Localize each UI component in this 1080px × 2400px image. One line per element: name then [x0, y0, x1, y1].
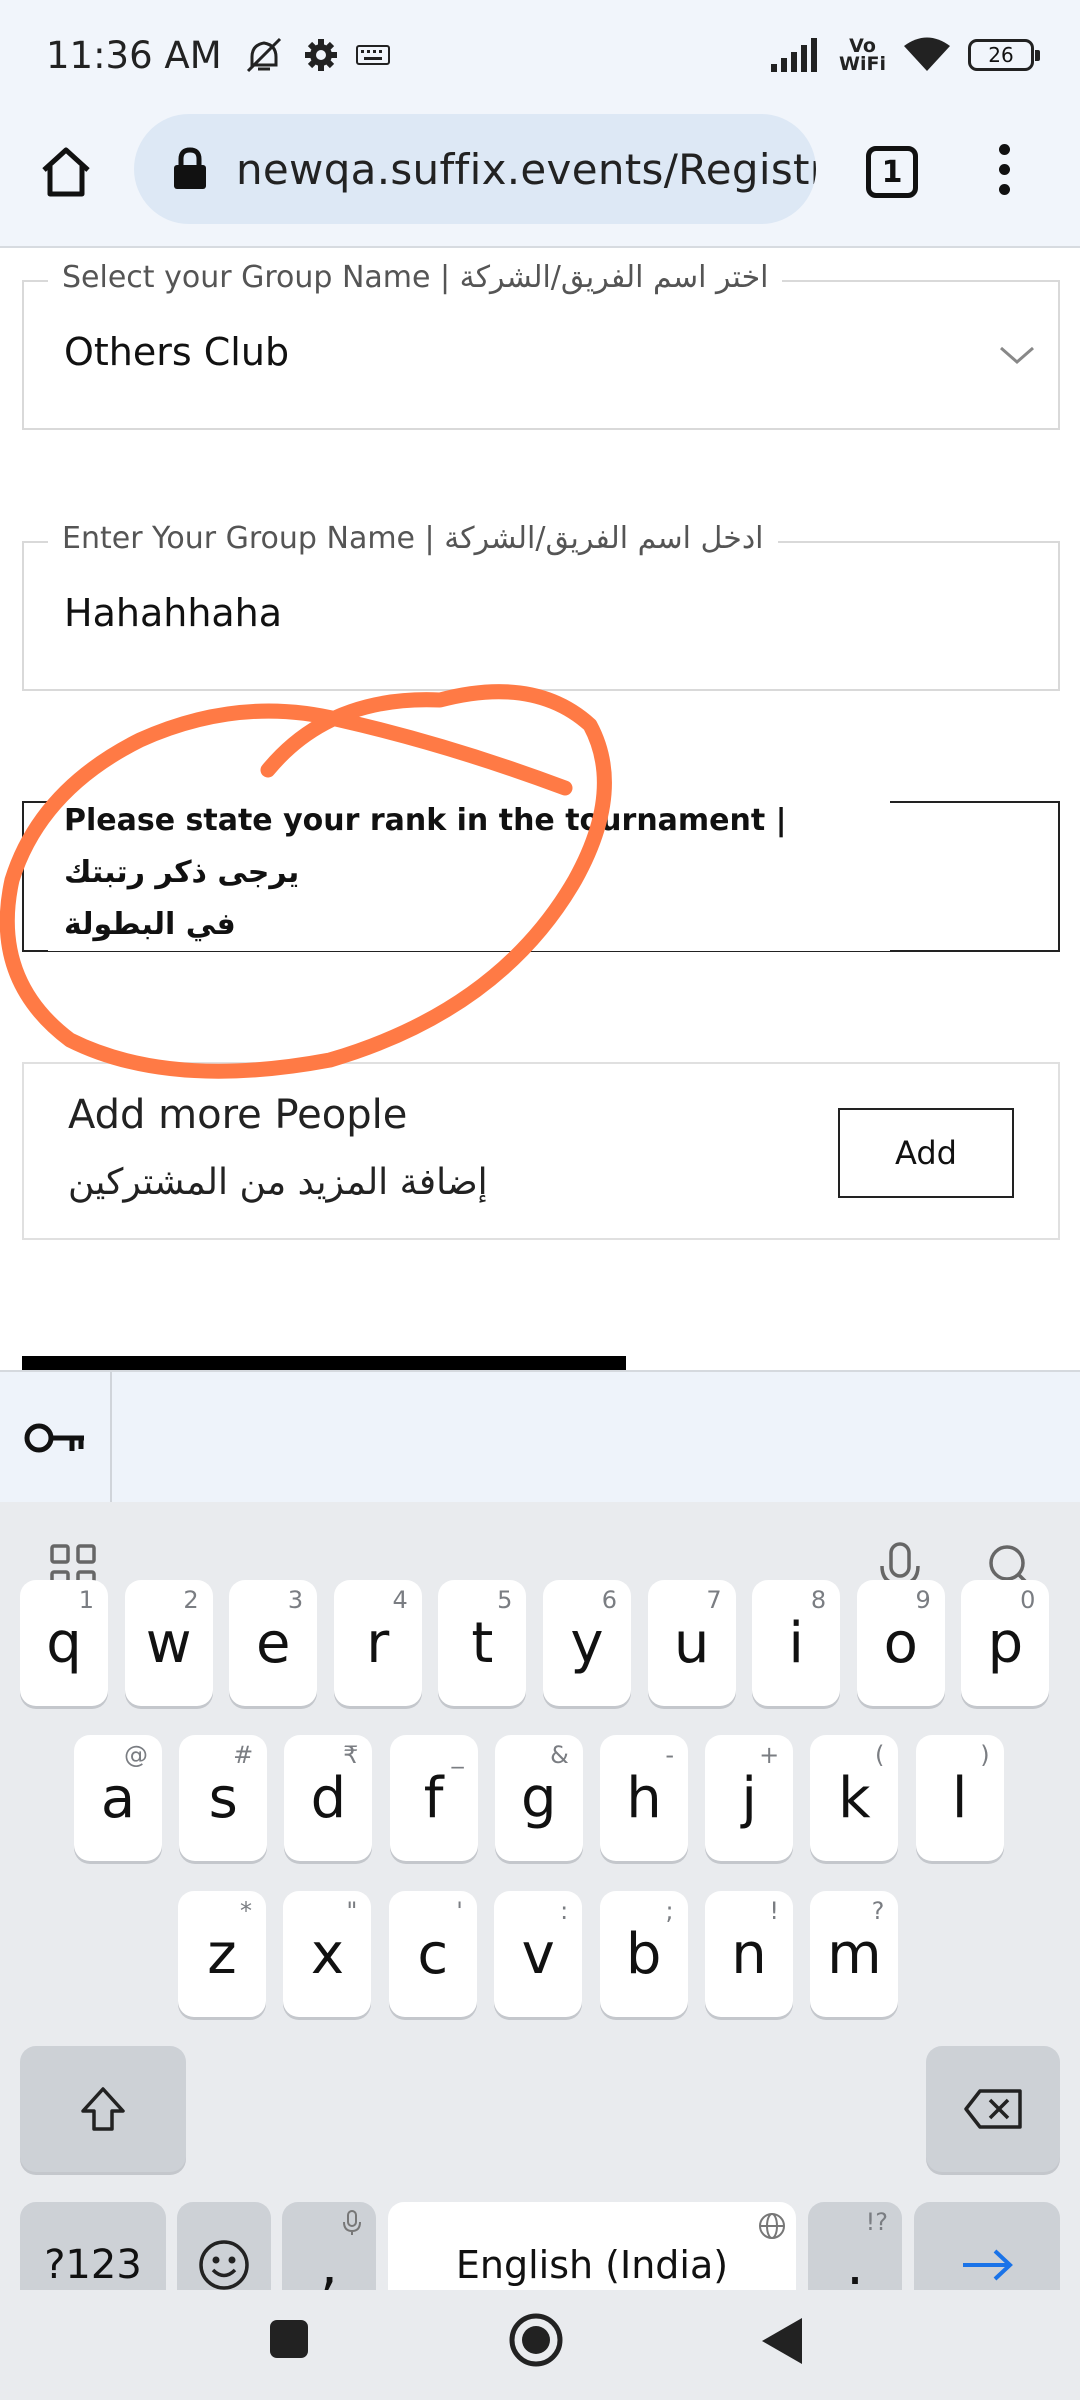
arrow-right-icon — [963, 2249, 1013, 2281]
key-n[interactable]: n! — [705, 1891, 793, 2017]
add-people-button[interactable]: Add — [838, 1108, 1014, 1198]
recent-apps-icon[interactable] — [268, 2318, 310, 2360]
password-key-button[interactable] — [0, 1372, 112, 1504]
soft-keyboard: ?123 , English (India) . !? q1w2e3r4t5y6… — [0, 1502, 1080, 2400]
system-nav-bar — [0, 2290, 1080, 2400]
key-icon — [24, 1423, 84, 1453]
add-people-section: Add more People إضافة المزيد من المشتركي… — [22, 1062, 1060, 1240]
group-select-value: Others Club — [64, 330, 290, 374]
backspace-key[interactable] — [926, 2046, 1060, 2172]
shift-icon — [81, 2087, 125, 2131]
key-j[interactable]: j + — [705, 1735, 794, 1861]
rank-label: Please state your rank in the tournament… — [48, 795, 890, 951]
shift-key[interactable] — [20, 2046, 186, 2172]
key-c[interactable]: c ' — [388, 1891, 477, 2017]
home-icon[interactable] — [36, 142, 96, 202]
emoji-icon — [199, 2240, 249, 2290]
key-r[interactable]: r4 — [333, 1580, 422, 1706]
key-g[interactable]: g & — [494, 1735, 583, 1861]
space-key-label: English (India) — [455, 2243, 729, 2287]
key-q[interactable]: q1 — [20, 1580, 108, 1706]
group-name-input[interactable]: Enter Your Group Name | ادخل اسم الفريق/… — [22, 521, 1060, 691]
rank-label-line1: Please state your rank in the tournament… — [64, 803, 787, 890]
key-i[interactable]: i8 — [752, 1580, 841, 1706]
home-nav-icon[interactable] — [508, 2312, 564, 2368]
battery-icon: 26 — [968, 39, 1040, 71]
battery-level: 26 — [988, 43, 1014, 67]
tab-switcher-button[interactable]: 1 — [866, 146, 918, 198]
key-x[interactable]: x " — [283, 1891, 372, 2017]
group-name-label: Enter Your Group Name | ادخل اسم الفريق/… — [48, 521, 778, 556]
key-u[interactable]: u7 — [647, 1580, 736, 1706]
key-t[interactable]: t5 — [438, 1580, 527, 1706]
globe-icon — [759, 2213, 785, 2239]
microphone-hint-icon — [343, 2210, 361, 2235]
key-f[interactable]: f _ — [389, 1735, 478, 1861]
group-name-value: Hahahhaha — [64, 591, 283, 635]
mute-icon — [246, 37, 281, 73]
key-d[interactable]: d ₹ — [284, 1735, 373, 1861]
key-l[interactable]: l) — [915, 1735, 1004, 1861]
key-w[interactable]: w2 — [124, 1580, 213, 1706]
rank-label-line2: في البطولة — [64, 907, 236, 942]
key-a[interactable]: a @ — [74, 1735, 162, 1861]
browser-menu-icon[interactable] — [992, 144, 1016, 204]
vowifi-indicator: Vo WiFi — [839, 35, 886, 75]
key-m[interactable]: m? — [810, 1891, 899, 2017]
scroll-progress-bar — [22, 1356, 626, 1370]
group-select-label: Select your Group Name | اختر اسم الفريق… — [48, 260, 783, 295]
key-b[interactable]: b; — [599, 1891, 688, 2017]
signal-icon — [771, 38, 818, 72]
backspace-icon — [964, 2089, 1022, 2129]
key-y[interactable]: y6 — [543, 1580, 631, 1706]
key-p[interactable]: p0 — [961, 1580, 1050, 1706]
address-bar[interactable]: newqa.suffix.events/Registration — [134, 114, 816, 224]
wifi-icon — [904, 37, 950, 71]
key-z[interactable]: z * — [178, 1891, 266, 2017]
status-bar: 11:36 AM Vo WiFi 26 — [0, 0, 1080, 110]
status-time: 11:36 AM — [46, 33, 222, 77]
key-s[interactable]: s # — [179, 1735, 268, 1861]
rank-input[interactable]: Please state your rank in the tournament… — [22, 795, 1060, 952]
chevron-down-icon — [1000, 346, 1034, 364]
add-people-subtitle: إضافة المزيد من المشتركين — [68, 1162, 488, 1203]
add-people-title: Add more People — [68, 1092, 408, 1138]
group-select[interactable]: Select your Group Name | اختر اسم الفريق… — [22, 260, 1060, 430]
key-k[interactable]: k( — [810, 1735, 899, 1861]
settings-icon — [304, 39, 337, 71]
tab-count: 1 — [881, 154, 903, 190]
key-e[interactable]: e3 — [229, 1580, 318, 1706]
key-h[interactable]: h- — [600, 1735, 688, 1861]
keyboard-icon — [355, 45, 390, 65]
url-text: newqa.suffix.events/Registration — [236, 144, 816, 194]
key-o[interactable]: o9 — [856, 1580, 945, 1706]
keyboard-suggestion-strip — [0, 1370, 1080, 1504]
lock-icon — [174, 147, 206, 189]
browser-toolbar: newqa.suffix.events/Registration 1 — [0, 110, 1080, 248]
back-nav-icon[interactable] — [760, 2316, 804, 2366]
key-v[interactable]: v: — [494, 1891, 583, 2017]
